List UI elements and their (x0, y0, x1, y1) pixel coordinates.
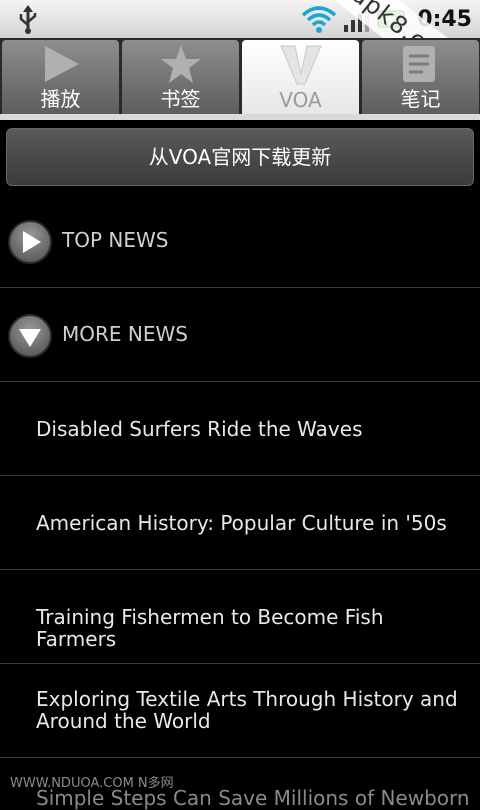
category-label: TOP NEWS (62, 228, 169, 252)
tab-notes[interactable]: 笔记 (362, 40, 479, 116)
voa-v-icon (279, 45, 322, 85)
article-item[interactable]: American History: Popular Culture in '50… (0, 476, 480, 570)
notes-icon (402, 46, 435, 82)
tab-play[interactable]: 播放 (2, 40, 119, 116)
star-icon (160, 45, 201, 83)
tab-voa-label: VOA (279, 88, 322, 112)
article-title: American History: Popular Culture in '50… (36, 511, 447, 535)
tab-underline (0, 114, 480, 120)
category-top-news[interactable]: TOP NEWS (0, 194, 480, 288)
article-title: Disabled Surfers Ride the Waves (36, 417, 363, 441)
category-more-news[interactable]: MORE NEWS (0, 288, 480, 382)
status-bar: 0:45 apk8.com (0, 0, 480, 111)
download-update-button[interactable]: 从VOA官网下载更新 (6, 128, 474, 186)
article-title: Exploring Textile Arts Through History a… (36, 687, 458, 733)
footer-watermark: WWW.NDUOA.COM N多网 (10, 776, 174, 791)
article-title: Training Fishermen to Become Fish Farmer… (36, 605, 384, 651)
tab-bar: 播放 书签 VOA 笔记 (0, 38, 480, 116)
article-item[interactable]: Exploring Textile Arts Through History a… (0, 664, 480, 758)
tab-bookmarks[interactable]: 书签 (122, 40, 239, 116)
arrow-right-icon (8, 220, 52, 264)
tab-notes-label: 笔记 (400, 87, 441, 111)
play-icon (44, 46, 79, 82)
usb-icon (19, 5, 37, 34)
article-item[interactable]: Training Fishermen to Become Fish Farmer… (0, 570, 480, 664)
tab-play-label: 播放 (40, 87, 81, 111)
tab-voa[interactable]: VOA (242, 40, 359, 116)
arrow-down-icon (8, 314, 52, 358)
tab-bookmarks-label: 书签 (160, 87, 201, 111)
wifi-icon (302, 6, 337, 33)
category-label: MORE NEWS (62, 322, 188, 346)
article-item[interactable]: Disabled Surfers Ride the Waves (0, 382, 480, 476)
